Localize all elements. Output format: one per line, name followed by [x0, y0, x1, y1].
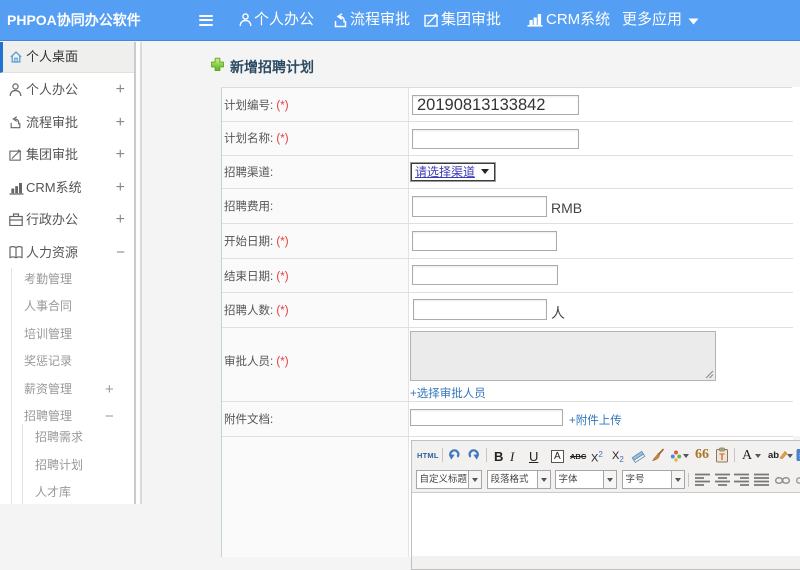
- svg-text:T: T: [719, 452, 725, 462]
